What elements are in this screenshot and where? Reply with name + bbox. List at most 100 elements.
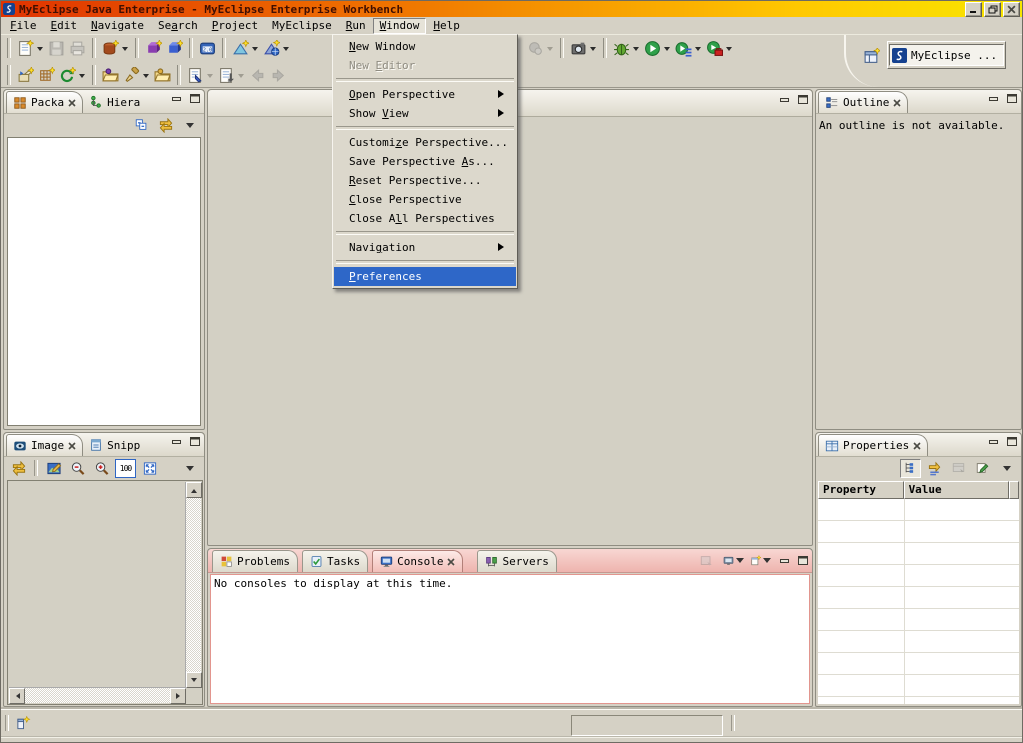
restore-window-button[interactable]	[984, 2, 1001, 17]
debug-button[interactable]	[611, 36, 642, 60]
fit-window-button[interactable]	[139, 459, 160, 478]
minimize-view-button[interactable]	[989, 439, 998, 445]
close-window-button[interactable]	[1003, 2, 1020, 17]
menu-help[interactable]: Help	[426, 18, 467, 34]
layout-grid-button[interactable]	[36, 63, 57, 87]
menu-search[interactable]: Search	[151, 18, 205, 34]
horizontal-scrollbar[interactable]	[9, 687, 186, 703]
menu-item-preferences[interactable]: Preferences	[334, 267, 516, 286]
column-header-property[interactable]: Property	[818, 481, 904, 499]
minimize-view-button[interactable]	[172, 96, 181, 102]
open-folder-button[interactable]	[100, 63, 121, 87]
dropdown-arrow-icon[interactable]	[736, 558, 744, 567]
edit-property-button[interactable]	[972, 459, 993, 478]
new-console-button[interactable]	[750, 552, 771, 569]
close-tab-icon[interactable]	[68, 442, 76, 450]
close-tab-icon[interactable]	[68, 99, 76, 107]
maximize-view-button[interactable]	[1007, 94, 1017, 103]
scroll-down-button[interactable]	[186, 672, 202, 688]
menu-file[interactable]: File	[3, 18, 44, 34]
link-button[interactable]	[8, 459, 29, 478]
dropdown-arrow-icon[interactable]	[633, 47, 639, 54]
table-row[interactable]	[818, 499, 1019, 521]
snapshot-button[interactable]	[568, 36, 599, 60]
tab-package-explorer[interactable]: Packa	[6, 91, 83, 113]
dropdown-arrow-icon[interactable]	[695, 47, 701, 54]
minimize-view-button[interactable]	[172, 439, 181, 445]
close-tab-icon[interactable]	[447, 558, 455, 566]
fast-view-button[interactable]	[16, 715, 31, 731]
scroll-right-button[interactable]	[170, 688, 186, 704]
menu-item-save-perspective-as[interactable]: Save Perspective As...	[334, 152, 516, 171]
minimize-view-button[interactable]	[780, 558, 789, 564]
menu-item-reset-perspective[interactable]: Reset Perspective...	[334, 171, 516, 190]
column-header-value[interactable]: Value	[904, 481, 1009, 499]
menu-item-navigation[interactable]: Navigation	[334, 238, 516, 257]
minimize-view-button[interactable]	[989, 96, 998, 102]
tab-hierarchy[interactable]: Hiera	[83, 91, 146, 113]
tab-tasks[interactable]: Tasks	[302, 550, 368, 572]
view-menu-button[interactable]	[996, 459, 1017, 478]
open-perspective-button[interactable]	[861, 44, 882, 68]
maximize-view-button[interactable]	[798, 556, 808, 565]
menu-item-customize-perspective[interactable]: Customize Perspective...	[334, 133, 516, 152]
tab-problems[interactable]: Problems	[212, 550, 298, 572]
table-row[interactable]	[818, 697, 1019, 704]
dropdown-arrow-icon[interactable]	[283, 47, 289, 54]
menu-item-close-perspective[interactable]: Close Perspective	[334, 190, 516, 209]
view-menu-button[interactable]	[179, 116, 200, 135]
new-ejb-button[interactable]	[143, 36, 164, 60]
console-output[interactable]: No consoles to display at this time.	[210, 574, 810, 704]
perspective-switcher-myeclipse[interactable]: MyEclipse ...	[887, 41, 1006, 69]
view-menu-button[interactable]	[179, 459, 200, 478]
collapse-all-button[interactable]	[131, 116, 152, 135]
menu-item-close-all-perspectives[interactable]: Close All Perspectives	[334, 209, 516, 228]
close-tab-icon[interactable]	[893, 99, 901, 107]
dropdown-arrow-icon[interactable]	[143, 74, 149, 81]
dropdown-arrow-icon[interactable]	[763, 558, 771, 567]
external-tools-button[interactable]	[704, 36, 735, 60]
last-edit-location-button[interactable]	[185, 63, 216, 87]
menu-project[interactable]: Project	[205, 18, 265, 34]
table-row[interactable]	[818, 653, 1019, 675]
new-webservice-wizard-button[interactable]	[261, 36, 292, 60]
dropdown-arrow-icon[interactable]	[252, 47, 258, 54]
tab-servers[interactable]: Servers	[477, 550, 556, 572]
menu-edit[interactable]: Edit	[44, 18, 85, 34]
sort-button[interactable]	[924, 459, 945, 478]
import-folder-button[interactable]	[152, 63, 173, 87]
new-class-wizard-button[interactable]	[230, 36, 261, 60]
dropdown-arrow-icon[interactable]	[664, 47, 670, 54]
menu-run[interactable]: Run	[339, 18, 373, 34]
dropdown-arrow-icon[interactable]	[726, 47, 732, 54]
dropdown-arrow-icon[interactable]	[79, 74, 85, 81]
maximize-view-button[interactable]	[190, 437, 200, 446]
dropdown-arrow-icon[interactable]	[590, 47, 596, 54]
menu-item-new-window[interactable]: New Window	[334, 37, 516, 56]
zoom-100-button[interactable]: 100	[115, 459, 136, 478]
zoom-out-button[interactable]	[67, 459, 88, 478]
deploy-button[interactable]	[15, 63, 36, 87]
menu-item-open-perspective[interactable]: Open Perspective	[334, 85, 516, 104]
tab-properties[interactable]: Properties	[818, 434, 928, 456]
tab-snippets[interactable]: Snipp	[83, 434, 146, 456]
minimize-window-button[interactable]	[965, 2, 982, 17]
run-last-tool-button[interactable]	[673, 36, 704, 60]
properties-table-body[interactable]	[818, 499, 1019, 704]
menu-myeclipse[interactable]: MyEclipse	[265, 18, 339, 34]
dropdown-arrow-icon[interactable]	[122, 47, 128, 54]
run-button[interactable]	[642, 36, 673, 60]
table-row[interactable]	[818, 587, 1019, 609]
table-row[interactable]	[818, 631, 1019, 653]
menu-window[interactable]: Window	[373, 18, 427, 34]
j2ee-button[interactable]: 2.0	[197, 36, 218, 60]
menu-navigate[interactable]: Navigate	[84, 18, 151, 34]
next-annotation-button[interactable]	[216, 63, 247, 87]
format-brush-button[interactable]	[121, 63, 152, 87]
minimize-editor-button[interactable]	[780, 97, 789, 103]
link-with-editor-button[interactable]	[155, 116, 176, 135]
tab-outline[interactable]: Outline	[818, 91, 908, 113]
close-tab-icon[interactable]	[913, 442, 921, 450]
maximize-view-button[interactable]	[1007, 437, 1017, 446]
maximize-editor-button[interactable]	[798, 95, 808, 104]
